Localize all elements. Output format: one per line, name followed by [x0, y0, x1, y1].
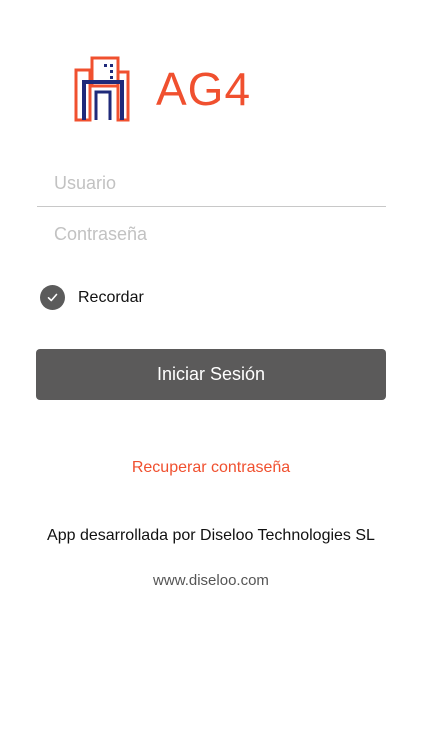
password-field[interactable] — [37, 216, 386, 252]
website-text: www.diseloo.com — [153, 572, 269, 589]
building-icon — [74, 56, 130, 122]
remember-checkbox[interactable] — [40, 285, 65, 310]
logo: AG4 — [74, 56, 251, 122]
field-divider — [37, 206, 386, 207]
login-screen: AG4 Recordar Iniciar Sesión Recuperar co… — [0, 0, 422, 750]
remember-toggle[interactable]: Recordar — [40, 285, 144, 310]
developer-credit: App desarrollada por Diseloo Technologie… — [47, 527, 375, 544]
login-button[interactable]: Iniciar Sesión — [36, 349, 386, 400]
username-input[interactable] — [37, 172, 386, 194]
remember-label: Recordar — [78, 288, 144, 306]
checkmark-icon — [47, 293, 58, 302]
logo-text: AG4 — [156, 63, 252, 115]
username-field[interactable] — [37, 165, 386, 201]
password-input[interactable] — [37, 223, 386, 245]
recover-password-link[interactable]: Recuperar contraseña — [0, 459, 422, 477]
